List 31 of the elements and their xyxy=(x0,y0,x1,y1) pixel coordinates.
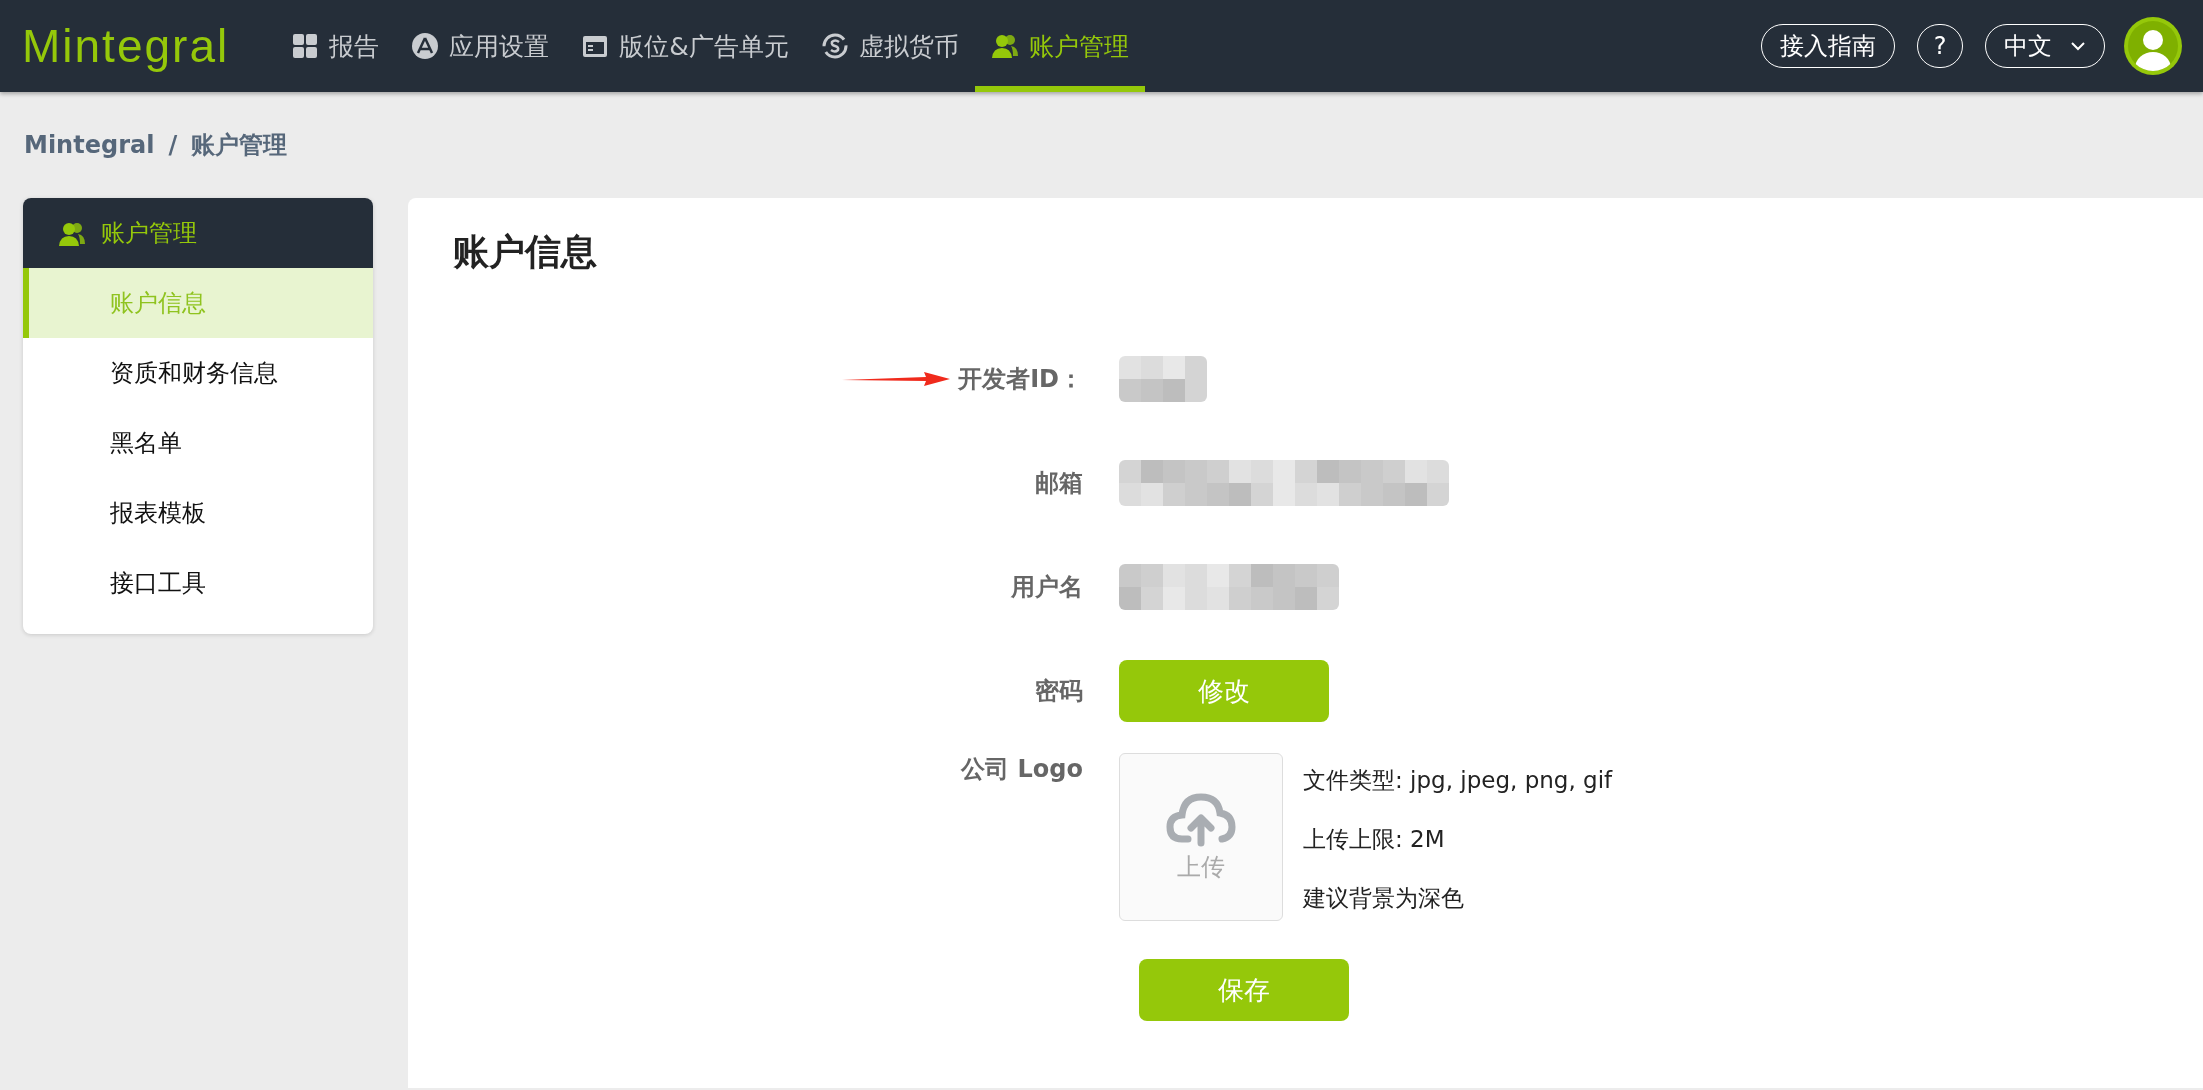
nav-tab[interactable]: 版位&广告单元 xyxy=(565,0,805,92)
sidebar-item[interactable]: 黑名单 xyxy=(23,408,373,478)
hint-text: 建议背景为深色 xyxy=(1303,884,1465,913)
sidebar-item[interactable]: 接口工具 xyxy=(23,548,373,618)
nav-tab[interactable]: 虚拟货币 xyxy=(804,0,975,92)
hint-text: 上传上限: 2M xyxy=(1303,825,1446,854)
breadcrumb-separator: / xyxy=(168,131,178,159)
sidebar-item[interactable]: 资质和财务信息 xyxy=(23,338,373,408)
currency-icon xyxy=(820,32,849,60)
caret-icon xyxy=(2070,41,2086,51)
grid-icon xyxy=(291,32,320,60)
breadcrumb-item[interactable]: Mintegral xyxy=(24,131,155,159)
sidebar-item[interactable]: 报表模板 xyxy=(23,478,373,548)
page-title: 账户信息 xyxy=(453,230,598,274)
hint-text: 文件类型: jpg, jpeg, png, gif xyxy=(1303,766,1613,795)
cloud-upload-icon xyxy=(1166,791,1236,847)
field-label: 用户名 xyxy=(1011,572,1083,603)
breadcrumb-item: 账户管理 xyxy=(191,130,288,161)
avatar-icon[interactable] xyxy=(2123,16,2183,76)
logo: Mintegral xyxy=(22,19,230,73)
nav-tab[interactable]: 账户管理 xyxy=(974,0,1145,92)
nav-tab[interactable]: 报告 xyxy=(275,0,396,92)
field-label: 密码 xyxy=(1035,676,1083,707)
field-label: 开发者ID： xyxy=(958,364,1083,395)
app-store-icon xyxy=(411,32,440,60)
nav-tab[interactable]: 应用设置 xyxy=(395,0,566,92)
field-label: 公司 Logo xyxy=(961,754,1083,785)
users-icon xyxy=(990,32,1019,60)
users-icon xyxy=(57,220,87,246)
field-label: 邮箱 xyxy=(1035,468,1083,499)
sidebar-title: 账户管理 xyxy=(101,218,197,249)
